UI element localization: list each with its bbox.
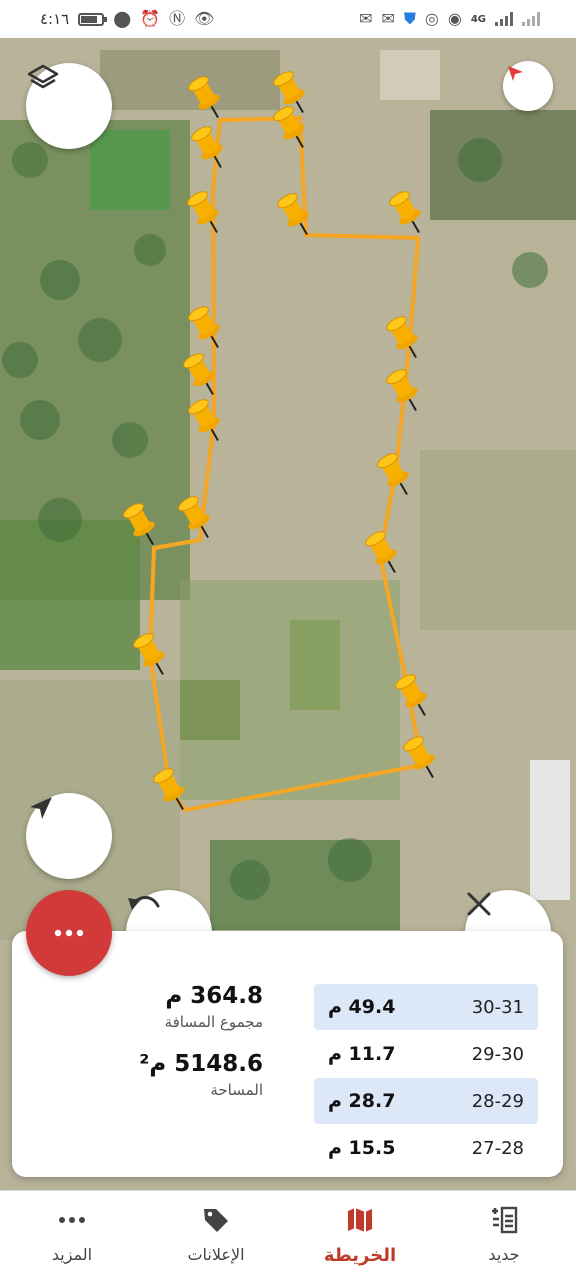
area-value: 5148.6 م² [139, 1051, 263, 1077]
layers-icon [27, 64, 59, 89]
alarm-icon: ⏰ [140, 9, 161, 28]
tag-icon [204, 1209, 228, 1232]
close-icon [467, 892, 491, 916]
segment-row[interactable]: 11.7 م 29-30 [314, 1031, 538, 1077]
nav-label-more: المزيد [51, 1245, 93, 1264]
network-type: 4G [470, 13, 486, 25]
my-location-button[interactable] [26, 793, 112, 879]
location-icon: ⬤ [113, 9, 132, 28]
nfc-icon: Ⓝ [169, 9, 186, 28]
gmail-icon: ✉ [359, 9, 373, 28]
status-right-group: ✉ ✉ ⛊ ◎ ◉ 4G [359, 11, 540, 27]
segment-id: 27-28 [471, 1137, 524, 1159]
signal-icon [495, 12, 513, 26]
nav-label-ads: الإعلانات [187, 1245, 245, 1264]
nav-label-new: جديد [488, 1245, 520, 1264]
mail-icon: ✉ [381, 9, 395, 28]
segment-id: 29-30 [471, 1043, 524, 1065]
segment-row[interactable]: 28.7 م 28-29 [314, 1078, 538, 1124]
segment-row[interactable]: 49.4 م 30-31 [314, 984, 538, 1030]
segment-distance: 11.7 م [328, 1043, 396, 1065]
new-list-icon [492, 1206, 518, 1234]
area-label: المساحة [210, 1081, 263, 1099]
navigation-arrow-icon [30, 797, 52, 819]
nav-item-ads[interactable]: الإعلانات [144, 1191, 288, 1281]
measurement-panel: 49.4 م 30-31 11.7 م 29-30 28.7 م 28-29 15.5 م 2… [12, 931, 563, 1177]
bottom-navigation: جديد الخريطة الإعلانات المزيد [0, 1190, 576, 1281]
nav-item-new[interactable]: جديد [432, 1191, 576, 1281]
compass-button[interactable] [503, 61, 553, 111]
compass-icon [508, 66, 523, 81]
segment-distance: 28.7 م [328, 1090, 396, 1112]
segment-distance: 15.5 م [328, 1137, 396, 1159]
total-distance-label: مجموع المسافة [164, 1013, 263, 1031]
map-icon [348, 1208, 372, 1232]
status-bar: ٤:١٦ ⬤ ⏰ Ⓝ 👁 ✉ ✉ ⛊ ◎ ◉ 4G [0, 0, 576, 38]
options-menu-button[interactable] [26, 890, 112, 976]
whatsapp-icon: ◎ [424, 9, 439, 28]
battery-icon [78, 12, 108, 26]
signal-icon-2 [522, 12, 540, 26]
segment-distance: 49.4 م [328, 996, 396, 1018]
more-dots-icon [59, 1217, 85, 1223]
shield-icon: ⛊ [403, 9, 416, 28]
total-distance-value: 364.8 م [165, 983, 263, 1009]
more-dots-icon [54, 929, 84, 937]
segment-list: 49.4 م 30-31 11.7 م 29-30 28.7 م 28-29 15.5 م 2… [314, 984, 538, 1172]
segment-id: 30-31 [471, 996, 524, 1018]
phone-icon: ◉ [447, 9, 462, 28]
segment-row[interactable]: 15.5 م 27-28 [314, 1125, 538, 1171]
clock: ٤:١٦ [40, 10, 70, 28]
undo-icon [128, 896, 160, 910]
measurement-summary: 364.8 م مجموع المسافة 5148.6 م² المساحة [139, 983, 263, 1119]
status-left-group: ٤:١٦ ⬤ ⏰ Ⓝ 👁 [40, 10, 214, 28]
nav-item-more[interactable]: المزيد [0, 1191, 144, 1281]
nav-item-map[interactable]: الخريطة [288, 1191, 432, 1281]
layers-button[interactable] [26, 63, 112, 149]
segment-id: 28-29 [471, 1090, 524, 1112]
eye-icon: 👁 [194, 9, 215, 28]
nav-label-map: الخريطة [323, 1245, 397, 1266]
